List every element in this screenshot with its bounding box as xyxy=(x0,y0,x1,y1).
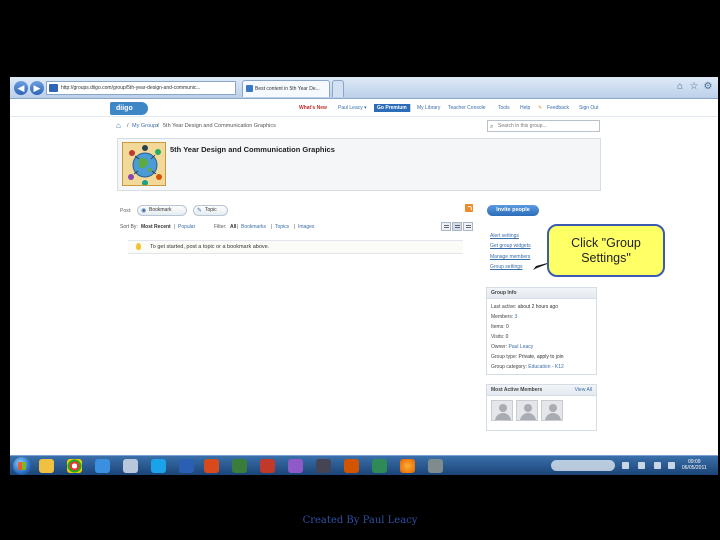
footer-credit: Created By Paul Leacy xyxy=(302,515,418,526)
home-icon[interactable]: ⌂ xyxy=(116,122,124,130)
topic-button[interactable]: ✎ Topic xyxy=(193,205,228,216)
invite-people-button[interactable]: Invite people xyxy=(487,205,539,216)
group-info-title: Group Info xyxy=(487,288,596,299)
bookmark-icon: ◉ xyxy=(141,208,147,214)
breadcrumb-group: 5th Year Design and Communication Graphi… xyxy=(163,123,276,129)
help-link[interactable]: Help xyxy=(520,105,530,111)
tray-icon[interactable] xyxy=(638,462,645,469)
back-button[interactable]: ◀ xyxy=(14,81,28,95)
forward-button[interactable]: ▶ xyxy=(30,81,44,95)
active-members-title: Most Active Members xyxy=(491,387,543,393)
filter-all[interactable]: All xyxy=(230,224,236,230)
avatar[interactable] xyxy=(541,400,563,421)
sort-most-recent[interactable]: Most Recent xyxy=(141,224,171,230)
tab-active[interactable]: Best content in 5th Year De... xyxy=(242,80,330,97)
callout-line-1: Click "Group xyxy=(571,236,641,250)
taskbar: 09:09 06/05/2011 xyxy=(10,455,718,475)
callout-line-2: Settings" xyxy=(581,251,631,265)
view-all-link[interactable]: View All xyxy=(575,385,592,396)
breadcrumb: ⌂ / My Groups / 5th Year Design and Comm… xyxy=(116,121,276,130)
group-logo-image xyxy=(122,142,166,186)
network-icon[interactable] xyxy=(654,462,661,469)
app-icon[interactable] xyxy=(344,459,359,473)
site-header: diigo What's New Paul Leacy ▾ Go Premium… xyxy=(10,99,718,117)
clock[interactable]: 09:09 06/05/2011 xyxy=(682,459,707,471)
app-icon[interactable] xyxy=(372,459,387,473)
breadcrumb-my-groups[interactable]: My Groups xyxy=(132,123,159,129)
address-text: http://groups.diigo.com/group/5th-year-d… xyxy=(61,85,201,91)
folder-icon[interactable] xyxy=(39,459,54,473)
star-icon[interactable]: ☆ xyxy=(688,81,700,93)
ie-icon[interactable] xyxy=(95,459,110,473)
rss-icon[interactable] xyxy=(465,204,473,212)
category-link[interactable]: Education - K12 xyxy=(528,364,564,370)
tray-icon[interactable] xyxy=(622,462,629,469)
lightbulb-icon xyxy=(136,243,141,250)
my-library-link[interactable]: My Library xyxy=(417,105,440,111)
firefox-icon[interactable] xyxy=(400,459,415,473)
group-title: 5th Year Design and Communication Graphi… xyxy=(170,145,335,154)
grid-view-button[interactable] xyxy=(463,222,473,231)
search-input[interactable]: ⌕ Search in this group... xyxy=(487,120,600,132)
address-bar[interactable]: http://groups.diigo.com/group/5th-year-d… xyxy=(46,81,236,95)
favicon-icon xyxy=(246,85,253,92)
filter-bookmarks[interactable]: Bookmarks xyxy=(241,224,266,230)
new-tab-button[interactable] xyxy=(332,80,344,97)
manage-members-link[interactable]: Manage members xyxy=(490,254,530,260)
group-settings-link[interactable]: Group settings xyxy=(490,264,523,270)
paint-icon[interactable] xyxy=(288,459,303,473)
teacher-console-link[interactable]: Teacher Console xyxy=(448,105,486,111)
empty-state-message: To get started, post a topic or a bookma… xyxy=(128,240,463,254)
whats-new-link[interactable]: What's New xyxy=(299,105,327,111)
active-members-panel: Most Active Members View All xyxy=(486,384,597,431)
divider xyxy=(410,104,411,112)
chrome-icon[interactable] xyxy=(67,459,82,473)
go-premium-button[interactable]: Go Premium xyxy=(374,104,410,112)
gear-icon[interactable]: ⚙ xyxy=(702,81,714,93)
diigo-logo[interactable]: diigo xyxy=(110,102,148,115)
sort-label: Sort By: xyxy=(120,224,138,230)
screen: ◀ ▶ http://groups.diigo.com/group/5th-ye… xyxy=(10,77,718,475)
group-info-panel: Group Info Last active: about 2 hours ag… xyxy=(486,287,597,375)
app-icon[interactable] xyxy=(428,459,443,473)
search-icon: ⌕ xyxy=(490,124,494,130)
sign-out-link[interactable]: Sign Out xyxy=(579,105,598,111)
user-menu[interactable]: Paul Leacy ▾ xyxy=(338,105,367,111)
sort-popular[interactable]: Popular xyxy=(178,224,195,230)
feedback-icon: ✎ xyxy=(538,105,543,111)
page-icon xyxy=(49,84,58,92)
post-label: Post: xyxy=(120,208,132,214)
feedback-link[interactable]: Feedback xyxy=(547,105,569,111)
skype-icon[interactable] xyxy=(151,459,166,473)
volume-icon[interactable] xyxy=(668,462,675,469)
avatar[interactable] xyxy=(516,400,538,421)
filter-images[interactable]: Images xyxy=(298,224,314,230)
powerpoint-icon[interactable] xyxy=(204,459,219,473)
detail-view-button[interactable] xyxy=(452,222,462,231)
avatar[interactable] xyxy=(491,400,513,421)
speech-bubble-icon: ✎ xyxy=(197,208,203,214)
app-icon[interactable] xyxy=(316,459,331,473)
search-placeholder: Search in this group... xyxy=(498,123,547,129)
word-icon[interactable] xyxy=(179,459,194,473)
alert-settings-link[interactable]: Alert settings xyxy=(490,233,519,239)
instruction-callout: Click "Group Settings" xyxy=(547,224,665,277)
tools-link[interactable]: Tools xyxy=(498,105,510,111)
app-icon[interactable] xyxy=(232,459,247,473)
tab-label: Best content in 5th Year De... xyxy=(255,86,320,92)
group-widgets-link[interactable]: Get group widgets xyxy=(490,243,531,249)
media-controls[interactable] xyxy=(551,460,615,471)
list-view-button[interactable] xyxy=(441,222,451,231)
filter-topics[interactable]: Topics xyxy=(275,224,289,230)
bookmark-button[interactable]: ◉ Bookmark xyxy=(137,205,187,216)
filter-label: Filter: xyxy=(214,224,227,230)
start-button[interactable] xyxy=(13,457,31,475)
owner-link[interactable]: Paul Leacy xyxy=(509,344,534,350)
solidworks-icon[interactable] xyxy=(260,459,275,473)
group-banner: 5th Year Design and Communication Graphi… xyxy=(117,138,601,191)
browser-toolbar: ◀ ▶ http://groups.diigo.com/group/5th-ye… xyxy=(10,77,718,99)
media-icon[interactable] xyxy=(123,459,138,473)
home-icon[interactable]: ⌂ xyxy=(674,81,686,93)
